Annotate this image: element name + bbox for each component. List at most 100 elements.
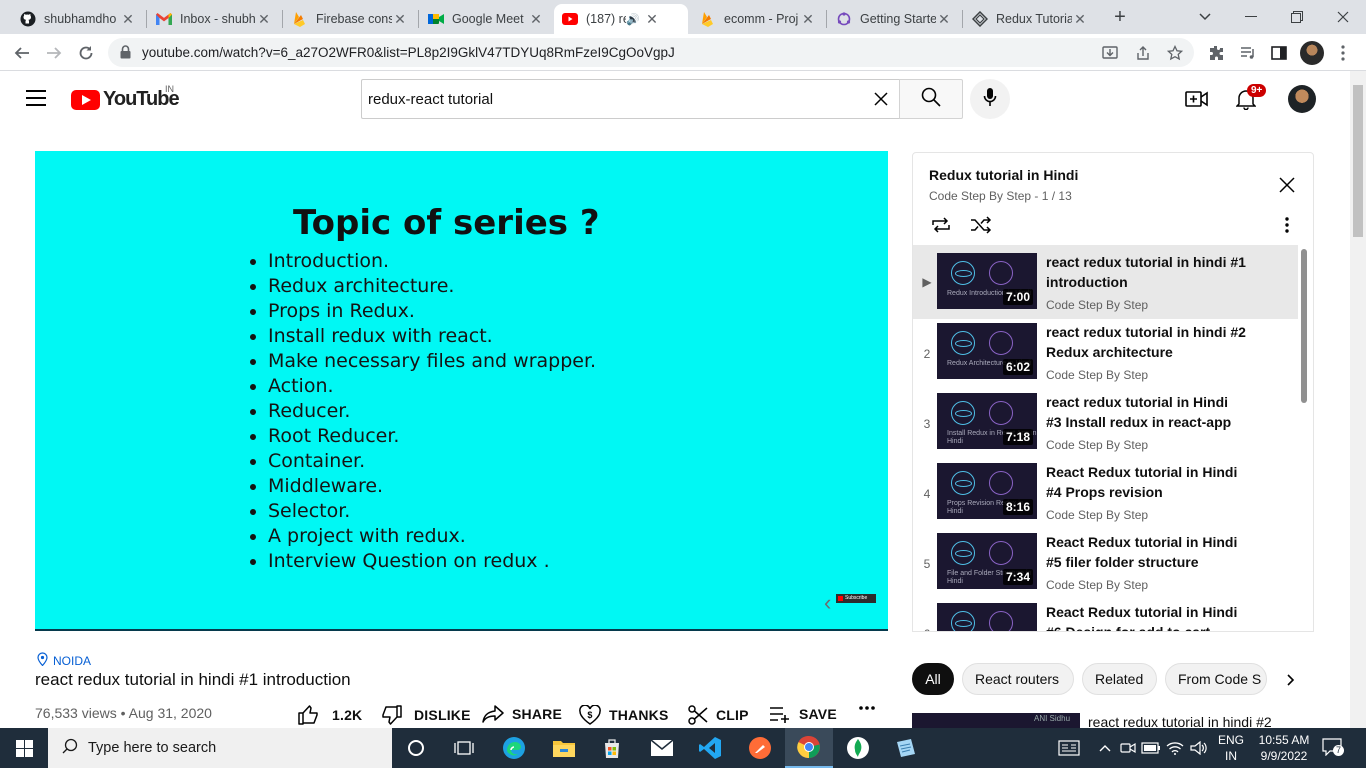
mail-icon[interactable]: [638, 728, 686, 768]
cortana-icon[interactable]: [392, 728, 440, 768]
close-tab-icon[interactable]: ✕: [644, 11, 660, 28]
subscribe-watermark[interactable]: Subscribe: [836, 594, 876, 603]
playlist-item[interactable]: 2 Redux Architecture in Hindi 6:02 react…: [913, 319, 1298, 389]
search-button[interactable]: [899, 79, 963, 119]
tab-getting-started[interactable]: Getting Starte ✕: [828, 4, 960, 34]
more-actions-button[interactable]: [858, 705, 884, 711]
new-tab-button[interactable]: +: [1108, 6, 1132, 30]
edge-browser-icon[interactable]: [490, 728, 538, 768]
share-page-icon[interactable]: [1134, 44, 1152, 62]
playlist-item[interactable]: 5 File and Folder Structure in Hindi 7:3…: [913, 529, 1298, 599]
close-tab-icon[interactable]: ✕: [800, 11, 816, 28]
page-scrollbar-thumb[interactable]: [1353, 85, 1363, 237]
microsoft-store-icon[interactable]: [588, 728, 636, 768]
media-queue-icon[interactable]: [1237, 42, 1259, 64]
video-thumbnail[interactable]: File and Folder Structure in Hindi 7:34: [937, 533, 1037, 589]
playlist-scrollbar[interactable]: [1301, 249, 1307, 403]
chip-react-routers[interactable]: React routers: [962, 663, 1074, 695]
video-location[interactable]: NOIDA: [37, 652, 91, 669]
vscode-icon[interactable]: [686, 728, 734, 768]
chrome-icon[interactable]: [785, 728, 833, 768]
tab-search-chevron-icon[interactable]: [1182, 0, 1228, 34]
create-video-icon[interactable]: [1185, 87, 1209, 111]
back-button[interactable]: [8, 39, 36, 67]
save-button[interactable]: SAVE: [769, 705, 837, 723]
close-tab-icon[interactable]: ✕: [392, 11, 408, 28]
close-tab-icon[interactable]: ✕: [528, 11, 544, 28]
meet-now-icon[interactable]: [1118, 728, 1138, 768]
taskbar-search-placeholder[interactable]: Type here to search: [88, 740, 216, 756]
chip-all[interactable]: All: [912, 663, 954, 695]
tab-gmail[interactable]: Inbox - shubh ✕: [148, 4, 280, 34]
share-button[interactable]: SHARE: [482, 705, 562, 723]
chip-next-chevron-icon[interactable]: [1280, 670, 1300, 690]
install-app-icon[interactable]: [1101, 44, 1119, 62]
taskbar-search-box[interactable]: Type here to search: [48, 728, 392, 768]
video-player[interactable]: Topic of series ? Introduction. Redux ar…: [35, 151, 888, 631]
video-thumbnail[interactable]: [937, 603, 1037, 631]
lock-icon[interactable]: [120, 45, 131, 64]
close-window-button[interactable]: [1320, 0, 1366, 34]
playlist-item-current[interactable]: ▶ Redux Introduction in Hindi 7:00 react…: [913, 245, 1298, 319]
url-text[interactable]: youtube.com/watch?v=6_a27O2WFR0&list=PL8…: [142, 45, 675, 60]
shuffle-icon[interactable]: [969, 213, 993, 237]
speaker-icon[interactable]: 🔊: [626, 13, 644, 26]
playlist-item[interactable]: 6 React Redux tutorial in Hindi #6 Desig…: [913, 599, 1298, 631]
tab-github[interactable]: shubhamdho ✕: [12, 4, 144, 34]
side-panel-icon[interactable]: [1268, 42, 1290, 64]
clear-search-icon[interactable]: [871, 89, 891, 109]
postman-icon[interactable]: [736, 728, 784, 768]
playlist-video-title[interactable]: React Redux tutorial in Hindi #6 Design …: [1046, 602, 1246, 631]
search-query-text[interactable]: redux-react tutorial: [368, 91, 493, 108]
video-thumbnail[interactable]: Install Redux in React App in Hindi 7:18: [937, 393, 1037, 449]
browser-menu-icon[interactable]: [1332, 42, 1354, 64]
thanks-button[interactable]: $ THANKS: [579, 705, 669, 725]
playlist-video-title[interactable]: react redux tutorial in Hindi #3 Install…: [1046, 392, 1246, 432]
video-thumbnail[interactable]: Props Revision Redux in Hindi 8:16: [937, 463, 1037, 519]
bookmark-star-icon[interactable]: [1166, 44, 1184, 62]
tab-redux-tutorial[interactable]: Redux Tutoria ✕: [964, 4, 1096, 34]
voice-search-button[interactable]: [970, 79, 1010, 119]
minimize-button[interactable]: [1228, 0, 1274, 34]
input-language-indicator[interactable]: ENG IN: [1214, 732, 1248, 764]
wifi-icon[interactable]: [1164, 728, 1186, 768]
close-tab-icon[interactable]: ✕: [936, 11, 952, 28]
page-scrollbar[interactable]: [1350, 71, 1366, 728]
user-avatar[interactable]: [1288, 85, 1316, 113]
battery-icon[interactable]: [1140, 728, 1162, 768]
like-button[interactable]: 1.2K: [298, 705, 362, 725]
playlist-more-icon[interactable]: [1275, 213, 1299, 237]
close-playlist-icon[interactable]: [1275, 173, 1299, 197]
tab-ecomm[interactable]: ecomm - Proj ✕: [692, 4, 824, 34]
playlist-video-title[interactable]: React Redux tutorial in Hindi #5 filer f…: [1046, 532, 1246, 572]
mongodb-compass-icon[interactable]: [834, 728, 882, 768]
playlist-video-title[interactable]: React Redux tutorial in Hindi #4 Props r…: [1046, 462, 1246, 502]
playlist-video-title[interactable]: react redux tutorial in hindi #1 introdu…: [1046, 252, 1246, 292]
file-explorer-icon[interactable]: [540, 728, 588, 768]
video-thumbnail[interactable]: Redux Introduction in Hindi 7:00: [937, 253, 1037, 309]
hamburger-menu-icon[interactable]: [26, 90, 46, 106]
forward-button[interactable]: [40, 39, 68, 67]
windows-start-button[interactable]: [0, 728, 48, 768]
tab-firebase-console[interactable]: Firebase cons ✕: [284, 4, 416, 34]
clip-button[interactable]: CLIP: [688, 705, 749, 725]
loop-playlist-icon[interactable]: [929, 213, 953, 237]
close-tab-icon[interactable]: ✕: [120, 11, 136, 28]
address-bar[interactable]: youtube.com/watch?v=6_a27O2WFR0&list=PL8…: [108, 38, 1194, 67]
system-clock[interactable]: 10:55 AM 9/9/2022: [1252, 732, 1316, 764]
dislike-button[interactable]: DISLIKE: [380, 705, 471, 725]
video-thumbnail[interactable]: Redux Architecture in Hindi 6:02: [937, 323, 1037, 379]
notepad-icon[interactable]: [882, 728, 930, 768]
extensions-icon[interactable]: [1205, 42, 1227, 64]
restore-button[interactable]: [1274, 0, 1320, 34]
show-hidden-icons-chevron-icon[interactable]: [1096, 728, 1114, 768]
search-input[interactable]: redux-react tutorial: [361, 79, 899, 119]
tab-youtube-active[interactable]: (187) reac 🔊 ✕: [554, 4, 688, 34]
playlist-video-title[interactable]: react redux tutorial in hindi #2 Redux a…: [1046, 322, 1246, 362]
tab-google-meet[interactable]: Google Meet ✕: [420, 4, 552, 34]
playlist-channel[interactable]: Code Step By Step: [929, 189, 1031, 203]
reload-button[interactable]: [72, 39, 100, 67]
close-tab-icon[interactable]: ✕: [1072, 11, 1088, 28]
chip-related[interactable]: Related: [1082, 663, 1157, 695]
browser-profile-avatar[interactable]: [1300, 41, 1324, 65]
